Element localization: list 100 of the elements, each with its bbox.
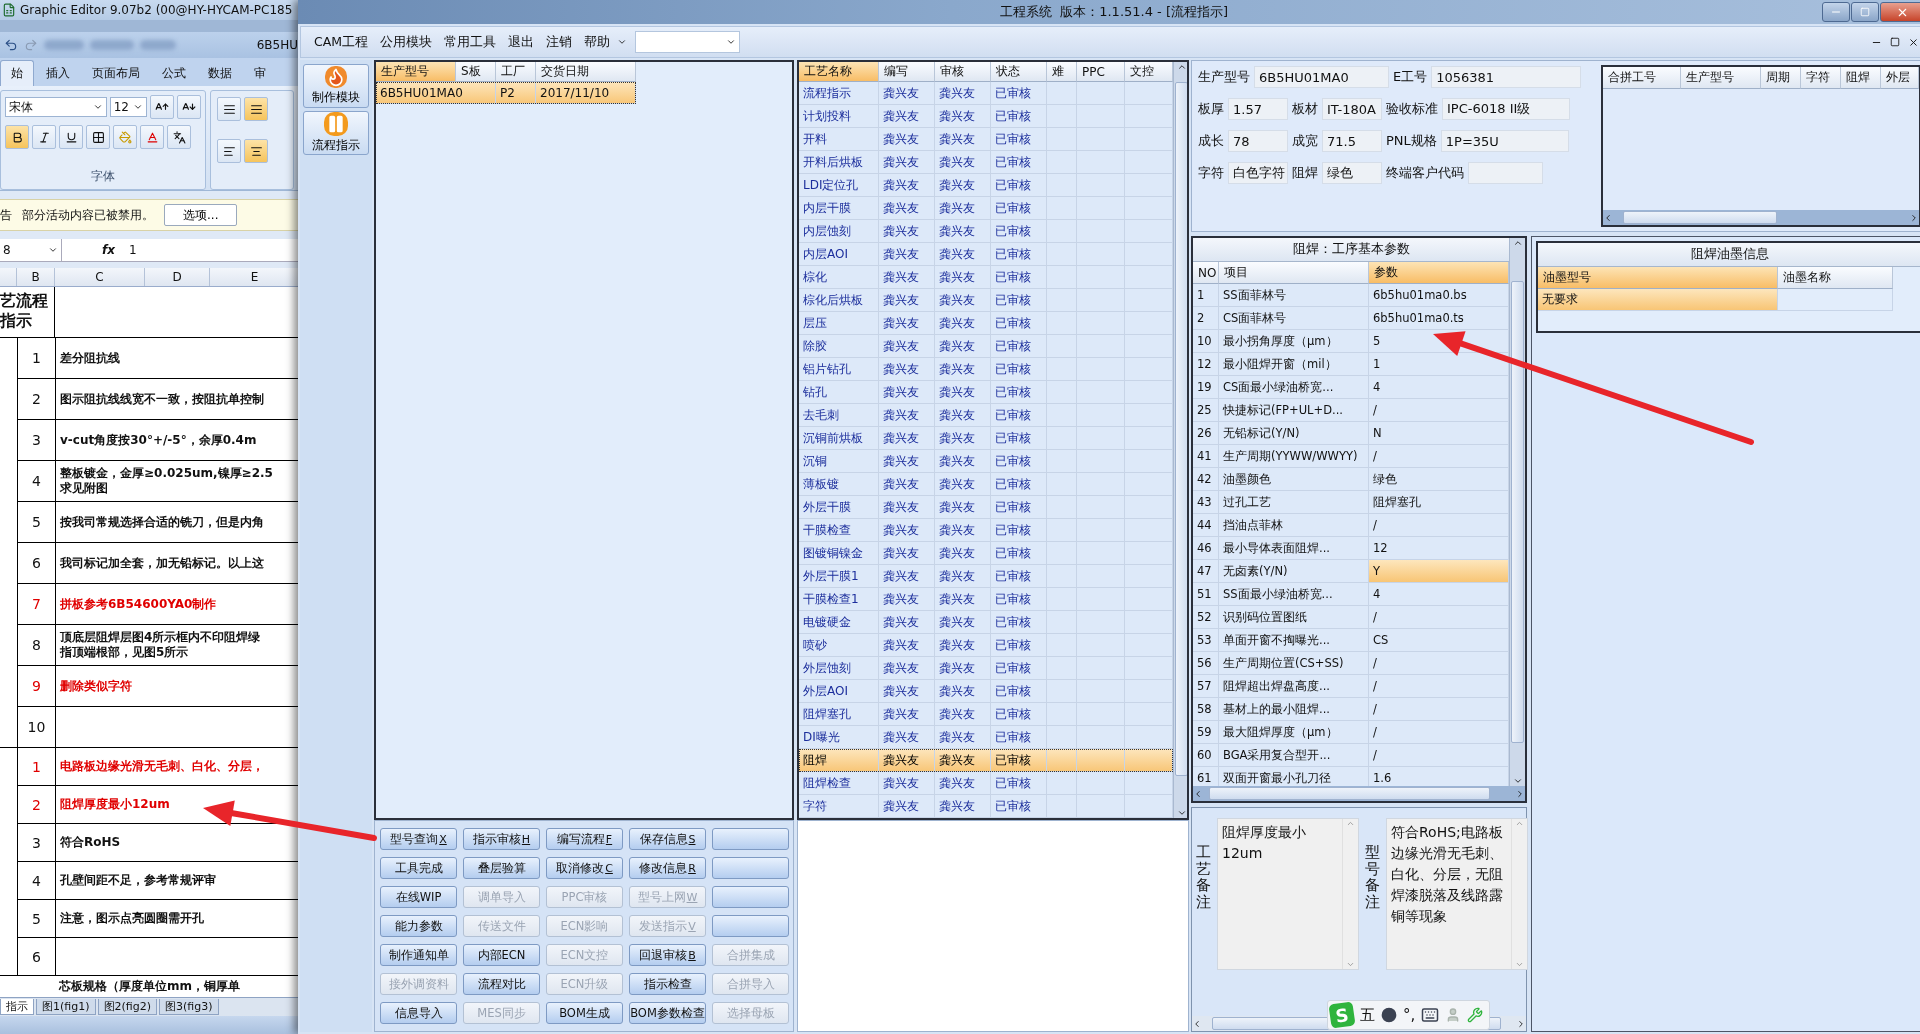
ribbon-tab[interactable]: 插入 bbox=[36, 61, 80, 86]
close-icon[interactable] bbox=[1908, 36, 1919, 48]
table-row[interactable]: 干膜检查1 龚兴友 龚兴友 已审核 bbox=[799, 588, 1173, 611]
font-size-field[interactable]: 12 bbox=[109, 97, 147, 117]
table-row[interactable]: 阻焊塞孔 龚兴友 龚兴友 已审核 bbox=[799, 703, 1173, 726]
phonetic-button[interactable] bbox=[167, 125, 191, 149]
scroll-left-icon[interactable] bbox=[1603, 212, 1613, 223]
undo-icon[interactable] bbox=[4, 38, 18, 52]
table-row[interactable]: 棕化后烘板 龚兴友 龚兴友 已审核 bbox=[799, 289, 1173, 312]
column-header[interactable]: 参数 bbox=[1369, 262, 1509, 284]
align-middle-button[interactable] bbox=[244, 97, 268, 121]
input-mode-button[interactable]: 五 bbox=[1360, 1005, 1375, 1025]
close-button[interactable] bbox=[1880, 2, 1920, 22]
table-row[interactable]: 计划投料 龚兴友 龚兴友 已审核 bbox=[799, 105, 1173, 128]
options-button[interactable]: 选项... bbox=[164, 204, 238, 226]
table-cell[interactable]: 无要求 bbox=[1538, 289, 1778, 311]
table-row[interactable]: 干膜检查 龚兴友 龚兴友 已审核 bbox=[799, 519, 1173, 542]
table-row[interactable]: 外层AOI 龚兴友 龚兴友 已审核 bbox=[799, 680, 1173, 703]
punctuation-button[interactable]: °, bbox=[1403, 1006, 1416, 1024]
table-row[interactable]: 阻焊检查 龚兴友 龚兴友 已审核 bbox=[799, 772, 1173, 795]
wrench-icon[interactable] bbox=[1467, 1007, 1484, 1023]
borders-button[interactable] bbox=[86, 125, 110, 149]
column-header[interactable]: 生产型号 bbox=[376, 62, 456, 82]
table-row[interactable]: 字符 龚兴友 龚兴友 已审核 bbox=[799, 795, 1173, 818]
scroll-down-icon[interactable] bbox=[1512, 776, 1523, 786]
action-button[interactable]: 编写流程F bbox=[546, 828, 623, 850]
shrink-font-button[interactable] bbox=[177, 95, 201, 119]
align-left-button[interactable] bbox=[217, 139, 241, 163]
table-row[interactable]: 铝片钻孔 龚兴友 龚兴友 已审核 bbox=[799, 358, 1173, 381]
font-color-button[interactable] bbox=[140, 125, 164, 149]
text-field[interactable]: 1.57 bbox=[1228, 98, 1288, 120]
align-top-button[interactable] bbox=[217, 97, 241, 121]
action-button[interactable]: 在线WIP bbox=[380, 886, 457, 908]
table-row[interactable]: 26 无铅标记(Y/N) N bbox=[1193, 422, 1509, 445]
scroll-up-icon[interactable] bbox=[1176, 62, 1187, 72]
action-button[interactable]: BOM参数检查 bbox=[629, 1002, 706, 1024]
blank-button[interactable] bbox=[712, 886, 789, 908]
scroll-left-icon[interactable] bbox=[1192, 1018, 1202, 1029]
table-row[interactable]: 19 CS面最小绿油桥宽... 4 bbox=[1193, 376, 1509, 399]
action-button[interactable]: BOM生成 bbox=[546, 1002, 623, 1024]
action-button[interactable]: 流程对比 bbox=[463, 973, 540, 995]
table-row[interactable]: 1 SS面菲林号 6b5hu01ma0.bs bbox=[1193, 284, 1509, 307]
table-row[interactable]: 25 快捷标记(FP+UL+D... / bbox=[1193, 399, 1509, 422]
column-header[interactable]: PPC bbox=[1077, 62, 1125, 82]
menu-item[interactable]: 注销 bbox=[541, 30, 578, 54]
table-row[interactable]: 52 识别码位置图纸 / bbox=[1193, 606, 1509, 629]
ribbon-tab[interactable]: 数据 bbox=[198, 61, 242, 86]
menu-item[interactable]: 退出 bbox=[503, 30, 540, 54]
grow-font-button[interactable] bbox=[150, 95, 174, 119]
table-row[interactable]: 除胶 龚兴友 龚兴友 已审核 bbox=[799, 335, 1173, 358]
column-header[interactable]: 阻焊 bbox=[1841, 67, 1881, 89]
scroll-right-icon[interactable] bbox=[1516, 1018, 1526, 1029]
table-row[interactable]: 电镀硬金 龚兴友 龚兴友 已审核 bbox=[799, 611, 1173, 634]
font-name-field[interactable]: 宋体 bbox=[5, 97, 107, 117]
column-header[interactable]: 外层 bbox=[1881, 67, 1919, 89]
underline-button[interactable] bbox=[59, 125, 83, 149]
align-center-button[interactable] bbox=[244, 139, 268, 163]
table-row[interactable]: 6B5HU01MA0 P2 2017/11/10 bbox=[376, 82, 636, 104]
table-row[interactable]: 流程指示 龚兴友 龚兴友 已审核 bbox=[799, 82, 1173, 105]
table-row[interactable]: 阻焊 龚兴友 龚兴友 已审核 bbox=[799, 749, 1173, 772]
action-button[interactable]: 工具完成 bbox=[380, 857, 457, 879]
ribbon-tab[interactable]: 页面布局 bbox=[82, 61, 150, 86]
blank-button[interactable] bbox=[712, 857, 789, 879]
menu-item[interactable]: 帮助 bbox=[579, 30, 616, 54]
table-row[interactable]: 2 CS面菲林号 6b5hu01ma0.ts bbox=[1193, 307, 1509, 330]
column-header[interactable]: 字符 bbox=[1801, 67, 1841, 89]
text-field[interactable]: 78 bbox=[1228, 130, 1288, 152]
table-row[interactable]: 42 油墨颜色 绿色 bbox=[1193, 468, 1509, 491]
blank-button[interactable] bbox=[712, 828, 789, 850]
table-row[interactable]: 内层AOI 龚兴友 龚兴友 已审核 bbox=[799, 243, 1173, 266]
table-row[interactable]: 58 基材上的最小阻焊... / bbox=[1193, 698, 1509, 721]
table-row[interactable]: 沉铜 龚兴友 龚兴友 已审核 bbox=[799, 450, 1173, 473]
ribbon-tab[interactable]: 始 bbox=[0, 60, 34, 86]
table-row[interactable]: 44 挡油点菲林 / bbox=[1193, 514, 1509, 537]
table-row[interactable]: 层压 龚兴友 龚兴友 已审核 bbox=[799, 312, 1173, 335]
column-header[interactable]: 编写 bbox=[879, 62, 935, 82]
formula-field[interactable]: 1 bbox=[128, 243, 137, 257]
column-header[interactable]: 油墨名称 bbox=[1778, 267, 1893, 289]
column-header[interactable]: 工厂 bbox=[496, 62, 536, 82]
column-header[interactable]: 项目 bbox=[1219, 262, 1369, 284]
dropdown-icon[interactable] bbox=[617, 37, 628, 47]
action-button[interactable]: 能力参数 bbox=[380, 915, 457, 937]
menu-item[interactable]: 常用工具 bbox=[439, 30, 502, 54]
action-button[interactable]: 型号查询 X bbox=[380, 828, 457, 850]
table-row[interactable]: 外层干膜1 龚兴友 龚兴友 已审核 bbox=[799, 565, 1173, 588]
table-row[interactable]: 去毛刺 龚兴友 龚兴友 已审核 bbox=[799, 404, 1173, 427]
column-header[interactable]: 文控 bbox=[1125, 62, 1173, 82]
sheet-tab[interactable]: 图1(fig1) bbox=[36, 999, 96, 1015]
table-row[interactable]: 开料后烘板 龚兴友 龚兴友 已审核 bbox=[799, 151, 1173, 174]
column-header[interactable]: 油墨型号 bbox=[1538, 267, 1778, 289]
column-header[interactable]: 合拼工号 bbox=[1603, 67, 1681, 89]
circle-icon[interactable] bbox=[1381, 1007, 1397, 1023]
table-row[interactable]: 59 最大阻焊厚度（μm） / bbox=[1193, 721, 1509, 744]
table-row[interactable]: 图镀铜镍金 龚兴友 龚兴友 已审核 bbox=[799, 542, 1173, 565]
table-row[interactable]: 53 单面开窗不掏曝光... CS bbox=[1193, 629, 1509, 652]
column-header[interactable]: 审核 bbox=[935, 62, 991, 82]
maximize-button[interactable] bbox=[1851, 2, 1879, 22]
toolbar-button[interactable]: 流程指示 bbox=[303, 111, 369, 155]
action-button[interactable]: 指示审核H bbox=[463, 828, 540, 850]
fill-color-button[interactable] bbox=[113, 125, 137, 149]
